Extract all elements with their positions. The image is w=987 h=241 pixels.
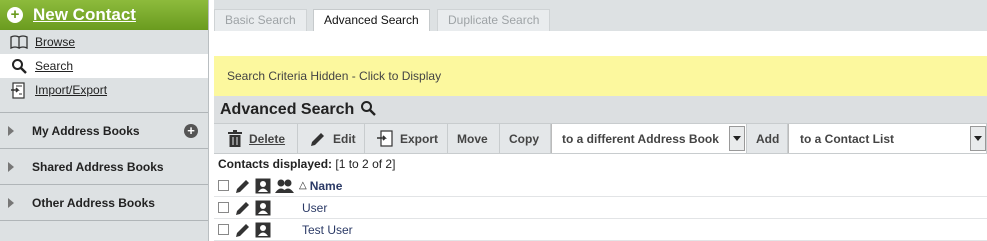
sort-indicator[interactable]: △	[299, 180, 307, 191]
delete-label: Delete	[249, 131, 286, 146]
expand-triangle-icon[interactable]	[8, 125, 14, 136]
nav-item-label: Browse	[35, 35, 76, 49]
nav-item-search[interactable]: Search	[0, 54, 208, 78]
select-all-checkbox[interactable]	[218, 180, 229, 191]
import-export-icon	[10, 81, 28, 99]
add-button[interactable]: Add	[747, 124, 788, 153]
section-my-address-books[interactable]: My Address Books +	[0, 113, 208, 149]
new-contact-button[interactable]: + New Contact	[0, 0, 208, 30]
trash-icon	[228, 130, 242, 147]
export-icon	[377, 130, 393, 147]
contacts-displayed-label: Contacts displayed:	[218, 157, 333, 171]
pencil-icon[interactable]	[235, 200, 251, 216]
section-shared-address-books[interactable]: Shared Address Books	[0, 149, 208, 185]
tab-duplicate-search[interactable]: Duplicate Search	[437, 9, 551, 31]
section-header: Advanced Search	[214, 96, 987, 123]
table-header-row: △ Name	[214, 175, 987, 197]
search-criteria-toggle[interactable]: Search Criteria Hidden - Click to Displa…	[214, 56, 987, 96]
nav-item-browse[interactable]: Browse	[0, 30, 208, 54]
toolbar: Delete Edit Export Move Copy to a differ…	[214, 123, 987, 154]
pencil-icon	[235, 178, 251, 194]
tab-bar: Basic Search Advanced Search Duplicate S…	[214, 0, 987, 31]
sidebar: + New Contact Browse Search Import/Expor…	[0, 0, 209, 241]
row-checkbox[interactable]	[218, 202, 229, 213]
nav-item-label: Import/Export	[35, 83, 108, 97]
new-contact-label: New Contact	[33, 5, 136, 24]
export-label: Export	[400, 131, 439, 146]
edit-label: Edit	[333, 131, 356, 146]
book-icon	[10, 35, 28, 49]
add-label: Add	[756, 131, 780, 146]
contacts-displayed-value: [1 to 2 of 2]	[335, 157, 396, 171]
table-row[interactable]: Test User	[214, 219, 987, 241]
move-label: Move	[457, 131, 488, 146]
chevron-down-icon[interactable]	[729, 126, 745, 151]
edit-button[interactable]: Edit	[298, 124, 365, 153]
chevron-down-icon[interactable]	[970, 126, 986, 151]
section-label: Other Address Books	[32, 195, 155, 210]
nav-item-import-export[interactable]: Import/Export	[0, 78, 208, 102]
tab-advanced-search[interactable]: Advanced Search	[313, 9, 430, 31]
section-label: My Address Books	[32, 123, 140, 138]
contact-name[interactable]: User	[302, 201, 327, 215]
tab-basic-search[interactable]: Basic Search	[214, 9, 307, 31]
contact-list-select-value: to a Contact List	[800, 131, 895, 146]
delete-button[interactable]: Delete	[214, 124, 298, 153]
address-book-select-value: to a different Address Book	[562, 131, 719, 146]
search-icon	[10, 58, 28, 74]
column-header-name[interactable]: Name	[310, 179, 343, 193]
contact-card-icon	[255, 222, 271, 238]
copy-label: Copy	[509, 131, 539, 146]
group-icon	[275, 178, 295, 194]
contact-name[interactable]: Test User	[302, 223, 353, 237]
pencil-icon	[310, 131, 326, 147]
search-icon	[360, 100, 377, 119]
address-book-select[interactable]: to a different Address Book	[551, 124, 747, 153]
row-checkbox[interactable]	[218, 224, 229, 235]
expand-triangle-icon[interactable]	[8, 161, 14, 172]
main-panel: Basic Search Advanced Search Duplicate S…	[214, 0, 987, 241]
section-label: Shared Address Books	[32, 159, 164, 174]
expand-triangle-icon[interactable]	[8, 197, 14, 208]
contacts-displayed: Contacts displayed: [1 to 2 of 2]	[218, 154, 395, 174]
move-button[interactable]: Move	[448, 124, 500, 153]
export-button[interactable]: Export	[365, 124, 448, 153]
contact-list-select[interactable]: to a Contact List	[788, 124, 987, 153]
copy-button[interactable]: Copy	[500, 124, 551, 153]
pencil-icon[interactable]	[235, 222, 251, 238]
contact-card-icon	[255, 200, 271, 216]
page-title: Advanced Search	[220, 100, 355, 118]
nav-item-label: Search	[35, 59, 74, 73]
section-other-address-books[interactable]: Other Address Books	[0, 185, 208, 221]
add-address-book-icon[interactable]: +	[184, 123, 198, 138]
plus-circle-icon: +	[7, 7, 23, 23]
table-row[interactable]: User	[214, 197, 987, 219]
contact-card-icon	[255, 178, 271, 194]
